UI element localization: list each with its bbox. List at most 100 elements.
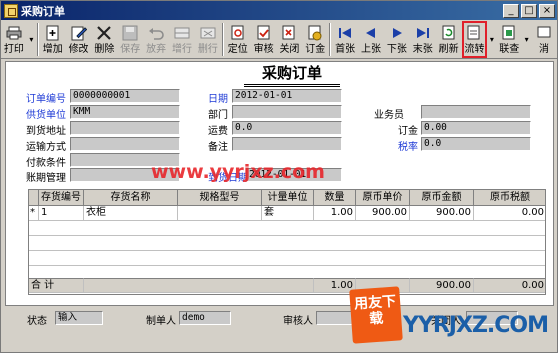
header-spec[interactable]: 规格型号 (178, 190, 262, 206)
remark-field[interactable] (232, 137, 342, 151)
printer-icon (5, 24, 23, 42)
header-qty[interactable]: 数量 (314, 190, 356, 206)
cell-qty[interactable]: 1.00 (314, 206, 356, 221)
refresh-label: 刷新 (438, 44, 459, 55)
header-price[interactable]: 原币单价 (356, 190, 410, 206)
freight-field[interactable]: 0.0 (232, 121, 342, 135)
taxrate-field[interactable]: 0.0 (421, 137, 531, 151)
app-window: 采购订单 _ □ × 打印 ▾ 增加 修改 删除 保存 放弃 增行 删行 定位 … (0, 0, 558, 353)
total-amount: 900.00 (410, 278, 474, 293)
save-icon (121, 24, 139, 42)
order-no-field[interactable]: 0000000001 (70, 89, 180, 103)
url-watermark: www.yyrjxz.com (151, 161, 325, 183)
transport-field[interactable] (70, 137, 180, 151)
order-no-label: 订单编号 (26, 94, 66, 105)
address-field[interactable] (70, 121, 180, 135)
header-tax[interactable]: 原币税额 (474, 190, 545, 206)
message-button[interactable]: 消 (531, 21, 557, 58)
items-grid: 存货编号 存货名称 规格型号 计量单位 数量 原币单价 原币金额 原币税额 * … (28, 189, 546, 295)
refresh-button[interactable]: 刷新 (436, 21, 462, 58)
taxrate-label: 税率 (398, 142, 418, 153)
add-label: 增加 (42, 44, 63, 55)
cell-price[interactable]: 900.00 (356, 206, 410, 221)
toolbar-separator (36, 23, 39, 56)
audit-button[interactable]: 审核 (251, 21, 277, 58)
last-record-icon (414, 24, 432, 42)
delete-button[interactable]: 删除 (92, 21, 118, 58)
add-row-button[interactable]: 增行 (169, 21, 195, 58)
empty-row[interactable] (29, 251, 545, 266)
header-amount[interactable]: 原币金额 (410, 190, 474, 206)
address-label: 到货地址 (26, 126, 66, 137)
locate-icon (229, 24, 247, 42)
cell-code[interactable]: 1 (39, 206, 84, 221)
save-label: 保存 (120, 44, 141, 55)
add-button[interactable]: 增加 (40, 21, 66, 58)
salesman-label: 业务员 (374, 110, 404, 121)
delete-icon (95, 24, 113, 42)
total-spacer (84, 278, 314, 293)
maximize-button[interactable]: □ (521, 3, 537, 18)
supplier-field[interactable]: KMM (70, 105, 180, 119)
last-button[interactable]: 末张 (410, 21, 436, 58)
flow-button[interactable]: 流转 (461, 21, 488, 58)
salesman-field[interactable] (421, 105, 531, 119)
next-label: 下张 (386, 44, 407, 55)
row-marker: * (29, 206, 39, 221)
creator-label: 制单人 (146, 316, 176, 327)
remark-label: 备注 (208, 142, 228, 153)
title-bar: 采购订单 _ □ × (1, 1, 557, 20)
deposit-button[interactable]: 订金 (302, 21, 328, 58)
close-document-icon (280, 24, 298, 42)
total-tax: 0.00 (474, 278, 545, 293)
print-dropdown[interactable]: ▾ (27, 21, 36, 58)
form-title: 采购订单 (244, 62, 340, 87)
next-button[interactable]: 下张 (384, 21, 410, 58)
empty-row[interactable] (29, 221, 545, 236)
refresh-icon (440, 24, 458, 42)
dept-field[interactable] (232, 105, 342, 119)
locate-button[interactable]: 定位 (225, 21, 251, 58)
print-button[interactable]: 打印 (1, 21, 27, 58)
edit-icon (70, 24, 88, 42)
undo-icon (147, 24, 165, 42)
flow-icon (465, 24, 483, 42)
edit-button[interactable]: 修改 (66, 21, 92, 58)
date-field[interactable]: 2012-01-01 (232, 89, 342, 103)
print-label: 打印 (3, 44, 24, 55)
minimize-button[interactable]: _ (503, 3, 519, 18)
previous-button[interactable]: 上张 (358, 21, 384, 58)
close-doc-button[interactable]: 关闭 (277, 21, 303, 58)
cell-tax[interactable]: 0.00 (474, 206, 545, 221)
cell-amount[interactable]: 900.00 (410, 206, 474, 221)
freight-label: 运费 (208, 126, 228, 137)
linked-query-button[interactable]: 联查 (496, 21, 522, 58)
cell-name[interactable]: 衣柜 (84, 206, 178, 221)
header-code[interactable]: 存货编号 (39, 190, 84, 206)
save-button[interactable]: 保存 (117, 21, 143, 58)
transport-label: 运输方式 (26, 142, 66, 153)
close-button[interactable]: × (539, 3, 555, 18)
dept-label: 部门 (208, 110, 228, 121)
cell-unit[interactable]: 套 (262, 206, 314, 221)
abandon-button[interactable]: 放弃 (143, 21, 169, 58)
header-unit[interactable]: 计量单位 (262, 190, 314, 206)
empty-row[interactable] (29, 236, 545, 251)
deposit-label: 订金 (398, 126, 418, 137)
first-button[interactable]: 首张 (332, 21, 358, 58)
close-doc-label: 关闭 (279, 44, 300, 55)
delete-row-button[interactable]: 删行 (195, 21, 221, 58)
delete-row-icon (199, 24, 217, 42)
edit-label: 修改 (68, 44, 89, 55)
deposit-field[interactable]: 0.00 (421, 121, 531, 135)
cell-spec[interactable] (178, 206, 262, 221)
header-name[interactable]: 存货名称 (84, 190, 178, 206)
add-row-icon (173, 24, 191, 42)
grid-corner (29, 190, 39, 206)
message-label: 消 (539, 44, 550, 55)
total-label: 合 计 (29, 278, 84, 293)
abandon-label: 放弃 (146, 44, 167, 55)
flow-dropdown[interactable]: ▾ (487, 21, 496, 58)
previous-label: 上张 (361, 44, 382, 55)
linked-query-dropdown[interactable]: ▾ (522, 21, 531, 58)
